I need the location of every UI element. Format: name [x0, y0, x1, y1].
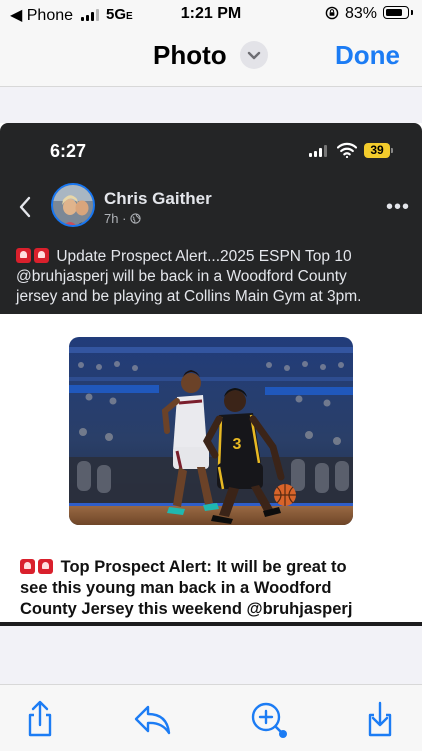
basketball — [274, 484, 296, 506]
share-icon — [28, 700, 52, 737]
inner-status-time: 6:27 — [50, 141, 87, 161]
done-button[interactable]: Done — [335, 40, 400, 71]
jersey-number: 3 — [233, 436, 242, 453]
post-author: Chris Gaither — [104, 189, 212, 208]
markup-button[interactable] — [248, 699, 288, 739]
post-text-line2: @bruhjasperj will be back in a Woodford … — [16, 268, 347, 285]
basketball-photo: 3 — [69, 337, 353, 525]
chevron-down-icon[interactable] — [240, 41, 268, 69]
navigation-bar: Photo Done — [0, 30, 422, 87]
image-bottom-edge — [0, 622, 422, 626]
status-bar: ◀ Phone 5GE 1:21 PM 83% — [0, 0, 422, 30]
post-meta: 7h · — [104, 211, 141, 226]
post-caption-line3: County Jersey this weekend @bruhjasperj — [20, 600, 353, 618]
post-text: Update Prospect Alert...2025 ESPN Top 10… — [16, 247, 411, 307]
save-button[interactable] — [360, 699, 400, 739]
wifi-icon — [337, 142, 357, 158]
facebook-post-header: 6:27 39 Chris Gaither 7h · ••• Update Pr… — [0, 123, 422, 314]
more-options-icon: ••• — [386, 196, 411, 218]
reply-icon — [134, 705, 171, 735]
post-meta-separator: · — [122, 211, 127, 226]
save-icon — [368, 701, 392, 737]
post-caption: Top Prospect Alert: It will be great to … — [20, 557, 405, 620]
post-text-line1: Update Prospect Alert...2025 ESPN Top 10 — [16, 247, 411, 267]
siren-icon — [16, 248, 31, 263]
post-text-line1-content: Update Prospect Alert...2025 ESPN Top 10 — [56, 248, 352, 265]
siren-icon — [20, 559, 35, 574]
page-title[interactable]: Photo — [153, 40, 227, 71]
post-caption-line2: see this young man back in a Woodford — [20, 579, 332, 597]
inner-signal-icon — [309, 145, 329, 157]
inner-battery-nub — [391, 148, 393, 153]
battery-percent: 83% — [345, 5, 378, 22]
post-text-line3: jersey and be playing at Collins Main Gy… — [16, 288, 362, 305]
globe-icon — [130, 213, 141, 224]
inner-battery: 39 — [364, 143, 390, 158]
back-arrow-icon — [19, 196, 31, 218]
share-button[interactable] — [20, 699, 60, 739]
markup-icon — [251, 702, 287, 738]
siren-icon — [34, 248, 49, 263]
avatar — [51, 183, 95, 227]
post-caption-line1: Top Prospect Alert: It will be great to — [20, 557, 405, 578]
reply-button[interactable] — [132, 699, 172, 739]
rotation-lock-icon — [325, 6, 339, 20]
basketball-scene: 3 — [69, 337, 353, 525]
battery-icon — [383, 6, 413, 19]
siren-icon — [38, 559, 53, 574]
post-age: 7h — [104, 211, 119, 226]
screenshot-image: 6:27 39 Chris Gaither 7h · ••• Update Pr… — [0, 123, 422, 626]
post-caption-line1-content: Top Prospect Alert: It will be great to — [60, 558, 347, 576]
bottom-toolbar — [0, 684, 422, 751]
